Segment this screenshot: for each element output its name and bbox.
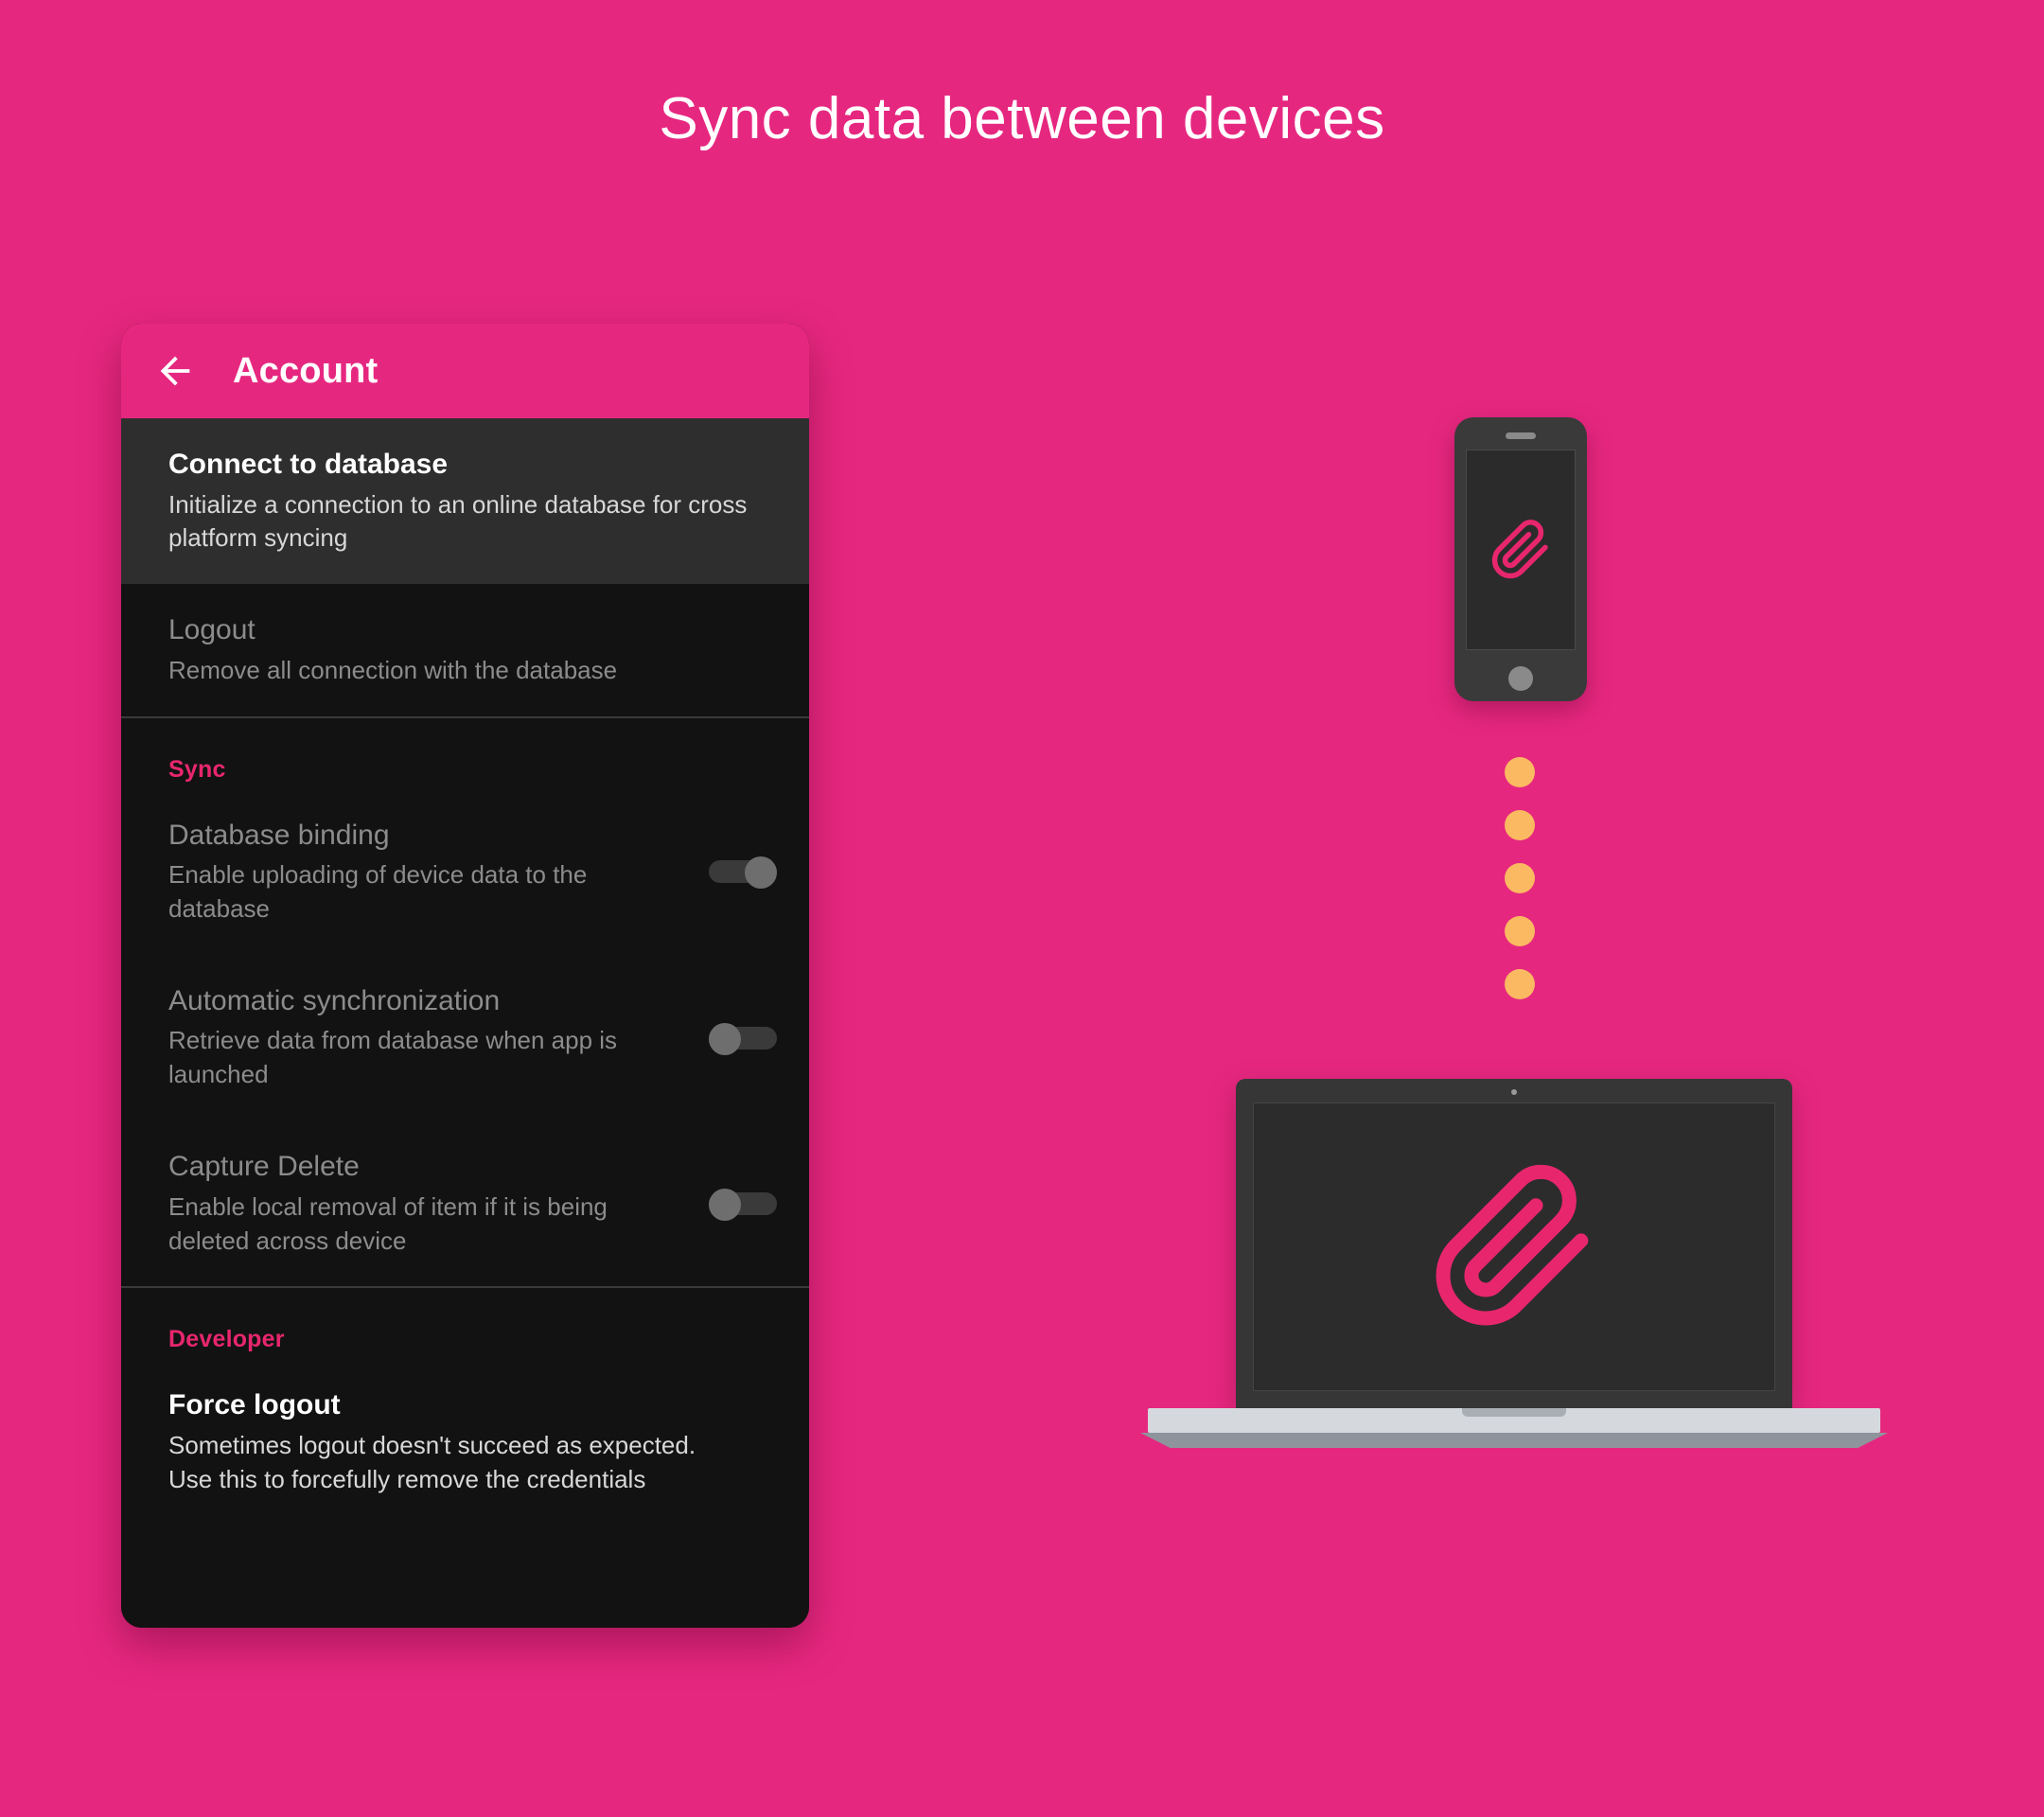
laptop-lid (1236, 1079, 1792, 1408)
laptop-foot (1140, 1433, 1888, 1448)
sync-dot (1505, 916, 1535, 946)
sync-dot (1505, 810, 1535, 840)
sync-dot (1505, 969, 1535, 999)
laptop-screen (1253, 1103, 1775, 1391)
sync-dots (1505, 757, 1535, 999)
phone-speaker-icon (1506, 432, 1536, 439)
laptop-illustration (1140, 1079, 1888, 1495)
laptop-notch (1462, 1408, 1566, 1417)
laptop-base (1148, 1408, 1880, 1433)
paperclip-icon (1491, 520, 1548, 579)
webcam-icon (1511, 1089, 1517, 1095)
device-illustration (0, 0, 2044, 1817)
phone-home-button (1508, 666, 1533, 691)
sync-dot (1505, 757, 1535, 787)
phone-screen (1466, 450, 1576, 650)
phone-illustration (1454, 417, 1587, 701)
sync-dot (1505, 863, 1535, 893)
paperclip-icon (1436, 1164, 1589, 1325)
